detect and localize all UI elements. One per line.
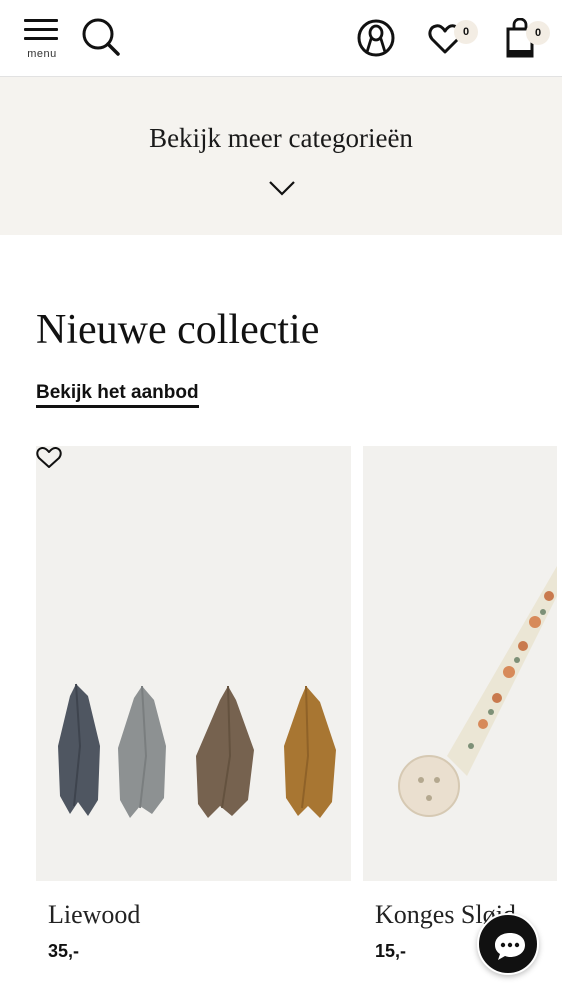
cart-button[interactable]: 0 xyxy=(502,18,556,60)
menu-label: menu xyxy=(27,48,57,60)
chevron-down-icon xyxy=(269,181,295,196)
chat-button[interactable] xyxy=(477,913,539,975)
account-button[interactable] xyxy=(356,18,396,58)
favorite-heart-icon[interactable] xyxy=(36,446,62,470)
product-price: 35,- xyxy=(48,941,80,961)
view-collection-link[interactable]: Bekijk het aanbod xyxy=(36,382,199,408)
cart-count-badge: 0 xyxy=(526,21,550,45)
wishlist-button[interactable]: 0 xyxy=(428,18,482,60)
product-card[interactable]: Liewood 35,- xyxy=(36,446,351,962)
menu-icon-bar xyxy=(24,37,58,40)
search-button[interactable] xyxy=(80,17,122,59)
account-icon xyxy=(357,19,395,57)
more-categories-toggle[interactable]: Bekijk meer categorieën xyxy=(0,77,562,235)
chat-icon xyxy=(495,933,525,960)
more-categories-label: Bekijk meer categorieën xyxy=(149,123,413,153)
wishlist-count-badge: 0 xyxy=(454,20,478,44)
product-image[interactable] xyxy=(36,446,351,881)
site-header: menu 0 0 xyxy=(0,0,562,77)
product-brand: Konges Sløjd xyxy=(375,900,516,929)
menu-icon-bar xyxy=(24,28,58,31)
product-photo-pacifier-clip xyxy=(398,566,557,817)
product-photo-muslin-cloths xyxy=(58,683,336,818)
product-image[interactable] xyxy=(363,446,557,881)
section-title: Nieuwe collectie xyxy=(36,307,320,353)
product-card[interactable]: Konges Sløjd 15,- xyxy=(363,446,562,962)
product-brand: Liewood xyxy=(48,900,141,929)
search-icon xyxy=(82,18,120,56)
menu-icon xyxy=(24,19,58,22)
menu-button[interactable]: menu xyxy=(22,17,62,63)
